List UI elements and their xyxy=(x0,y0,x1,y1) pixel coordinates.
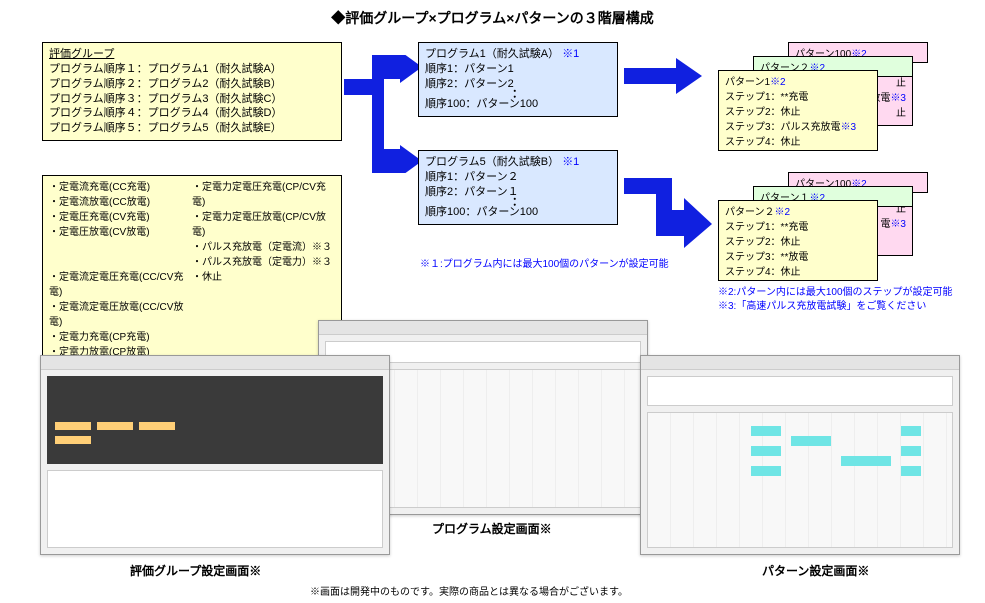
pattern-step: ステップ1：**充電 xyxy=(725,218,871,233)
pattern-step: ステップ3：パルス充放電 xyxy=(725,122,841,133)
diagram-canvas: ◆評価グループ×プログラム×パターンの３階層構成 評価グループ プログラム順序１… xyxy=(0,0,985,603)
func-item: ・定電力定電圧充電(CP/CV充電) xyxy=(192,180,335,210)
func-item: ・定電流充電(CC充電) xyxy=(49,180,192,195)
arrow-branch-icon xyxy=(344,55,422,176)
prog-row: 順序100：パターン100 xyxy=(425,97,611,112)
prog-header: プログラム5（耐久試験B） xyxy=(425,156,559,168)
pattern-step: ステップ4：休止 xyxy=(725,133,871,148)
footnote-1: ※１:プログラム内には最大100個のパターンが設定可能 xyxy=(420,255,669,270)
func-item: ・定電力充電(CP充電) xyxy=(49,330,192,345)
prog-header: プログラム1（耐久試験A） xyxy=(425,48,559,60)
eval-row: プログラム順序５：プログラム5（耐久試験E） xyxy=(49,121,335,136)
pattern-step: ステップ4：休止 xyxy=(725,263,871,278)
pattern-step: ステップ2：休止 xyxy=(725,233,871,248)
screenshot-pattern xyxy=(640,355,960,555)
pattern-step: ステップ2：休止 xyxy=(725,103,871,118)
program-box-a: プログラム1（耐久試験A） ※1 順序1：パターン1 順序2：パターン2 ： 順… xyxy=(418,42,618,117)
func-item: ・定電力定電圧放電(CP/CV放電) xyxy=(192,210,335,240)
func-item: ・定電流定電圧充電(CC/CV充電) xyxy=(49,270,192,300)
arrow-right-icon xyxy=(624,58,702,97)
func-item: ・定電圧充電(CV充電) xyxy=(49,210,192,225)
caption-pattern: パターン設定画面※ xyxy=(762,562,869,579)
dev-note: ※画面は開発中のものです。実際の商品とは異なる場合がございます。 xyxy=(310,583,628,598)
pattern-step: ステップ1：**充電 xyxy=(725,88,871,103)
pattern-l1: パターン２※2 ステップ1：**充電 ステップ2：休止 ステップ3：**放電 ス… xyxy=(718,200,878,281)
arrow-right-down-icon xyxy=(624,168,712,251)
caption-program: プログラム設定画面※ xyxy=(432,520,552,537)
func-item: ・定電流定電圧放電(CC/CV放電) xyxy=(49,300,192,330)
screenshot-eval-group xyxy=(40,355,390,555)
func-item: ・パルス充放電（定電流）※３ xyxy=(192,240,335,255)
func-item: ・定電流放電(CC放電) xyxy=(49,195,192,210)
eval-header: 評価グループ xyxy=(49,47,335,62)
footnote-2: ※2:パターン内には最大100個のステップが設定可能 xyxy=(718,283,953,298)
pattern-step: ステップ3：**放電 xyxy=(725,248,871,263)
pattern-header: パターン２ xyxy=(725,207,775,218)
prog-note: ※1 xyxy=(562,48,579,60)
eval-row: プログラム順序３：プログラム3（耐久試験C） xyxy=(49,92,335,107)
footnote-3: ※3:「高速パルス充放電試験」をご覧ください xyxy=(718,297,926,312)
prog-row: 順序1：パターン２ xyxy=(425,170,611,185)
prog-row: 順序1：パターン1 xyxy=(425,62,611,77)
eval-row: プログラム順序１：プログラム1（耐久試験A） xyxy=(49,62,335,77)
pattern-header: パターン1 xyxy=(725,77,770,88)
page-title: ◆評価グループ×プログラム×パターンの３階層構成 xyxy=(331,8,653,28)
eval-row: プログラム順序２：プログラム2（耐久試験B） xyxy=(49,77,335,92)
prog-note: ※1 xyxy=(562,156,579,168)
caption-eval: 評価グループ設定画面※ xyxy=(130,562,261,579)
prog-row: 順序100：パターン100 xyxy=(425,205,611,220)
eval-group-box: 評価グループ プログラム順序１：プログラム1（耐久試験A） プログラム順序２：プ… xyxy=(42,42,342,141)
func-item: ・休止 xyxy=(192,270,335,285)
program-box-b: プログラム5（耐久試験B） ※1 順序1：パターン２ 順序2：パターン１ ： 順… xyxy=(418,150,618,225)
function-list-box: ・定電流充電(CC充電) ・定電流放電(CC放電) ・定電圧充電(CV充電) ・… xyxy=(42,175,342,365)
eval-row: プログラム順序４：プログラム4（耐久試験D） xyxy=(49,106,335,121)
func-item: ・定電圧放電(CV放電) xyxy=(49,225,192,240)
func-item: ・パルス充放電（定電力）※３ xyxy=(192,255,335,270)
pattern-l1: パターン1※2 ステップ1：**充電 ステップ2：休止 ステップ3：パルス充放電… xyxy=(718,70,878,151)
